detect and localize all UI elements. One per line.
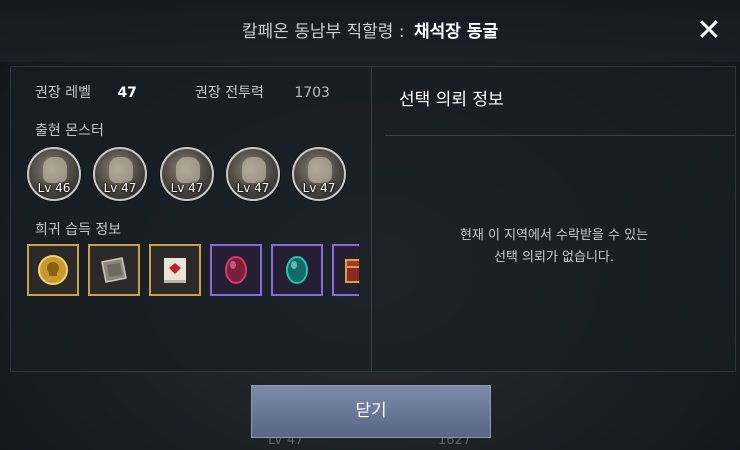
request-divider — [385, 135, 735, 136]
monster-level: Lv 47 — [236, 181, 270, 195]
recommended-level-label: 권장 레벨 — [35, 85, 91, 101]
monster-icon[interactable]: Lv 47 — [292, 147, 346, 201]
treasure-chest-icon — [345, 259, 359, 283]
request-empty-message: 현재 이 지역에서 수락받을 수 있는 선택 의뢰가 없습니다. — [373, 225, 735, 269]
rare-drop-slot[interactable] — [88, 244, 140, 296]
title-separator: : — [398, 22, 405, 42]
monster-level: Lv 47 — [103, 181, 137, 195]
gold-coin-skull-icon — [38, 255, 68, 285]
recommended-power: 권장 전투력 1703 — [195, 82, 330, 102]
rare-drop-slot[interactable] — [332, 244, 359, 296]
stone-tablet-icon — [101, 257, 127, 283]
scroll-icon — [164, 258, 186, 283]
rare-drop-list — [27, 244, 359, 300]
rare-drop-slot[interactable] — [271, 244, 323, 296]
monster-icon[interactable]: Lv 47 — [160, 147, 214, 201]
rare-drop-slot[interactable] — [149, 244, 201, 296]
monster-icon[interactable]: Lv 46 — [27, 147, 81, 201]
green-gem-icon — [286, 256, 308, 284]
monster-portrait — [43, 157, 67, 183]
rare-drop-slot[interactable] — [210, 244, 262, 296]
monster-icon[interactable]: Lv 47 — [93, 147, 147, 201]
recommended-power-value: 1703 — [294, 85, 330, 101]
monster-icon[interactable]: Lv 47 — [226, 147, 280, 201]
monster-level: Lv 46 — [37, 181, 71, 195]
monster-portrait — [308, 157, 332, 183]
request-empty-line1: 현재 이 지역에서 수락받을 수 있는 — [459, 228, 649, 243]
monster-level: Lv 47 — [302, 181, 336, 195]
recommended-level: 권장 레벨 47 — [35, 82, 137, 102]
close-button[interactable]: 닫기 — [251, 385, 491, 438]
request-title: 선택 의뢰 정보 — [399, 90, 504, 110]
monster-portrait — [109, 157, 133, 183]
monster-portrait — [176, 157, 200, 183]
monster-portrait — [242, 157, 266, 183]
red-gem-icon — [225, 256, 247, 284]
region-name: 칼페온 동남부 직할령 — [241, 22, 394, 42]
close-icon[interactable]: ✕ — [696, 16, 722, 46]
request-empty-line2: 선택 의뢰가 없습니다. — [493, 250, 615, 265]
monster-level: Lv 47 — [170, 181, 204, 195]
rare-drop-slot[interactable] — [27, 244, 79, 296]
area-info-section: 권장 레벨 47 권장 전투력 1703 출현 몬스터 Lv 46 Lv 47 … — [11, 67, 372, 371]
recommended-power-label: 권장 전투력 — [195, 85, 264, 101]
place-name: 채석장 동굴 — [414, 22, 499, 42]
request-info-section: 선택 의뢰 정보 현재 이 지역에서 수락받을 수 있는 선택 의뢰가 없습니다… — [373, 67, 735, 371]
monster-list: Lv 46 Lv 47 Lv 47 Lv 47 Lv 47 — [27, 147, 367, 203]
rare-drops-label: 희귀 습득 정보 — [35, 222, 122, 238]
monsters-label: 출현 몬스터 — [35, 123, 104, 139]
info-panel: 권장 레벨 47 권장 전투력 1703 출현 몬스터 Lv 46 Lv 47 … — [10, 66, 736, 372]
dialog-title: 칼페온 동남부 직할령 : 채석장 동굴 — [0, 0, 740, 62]
recommended-level-value: 47 — [117, 85, 137, 101]
